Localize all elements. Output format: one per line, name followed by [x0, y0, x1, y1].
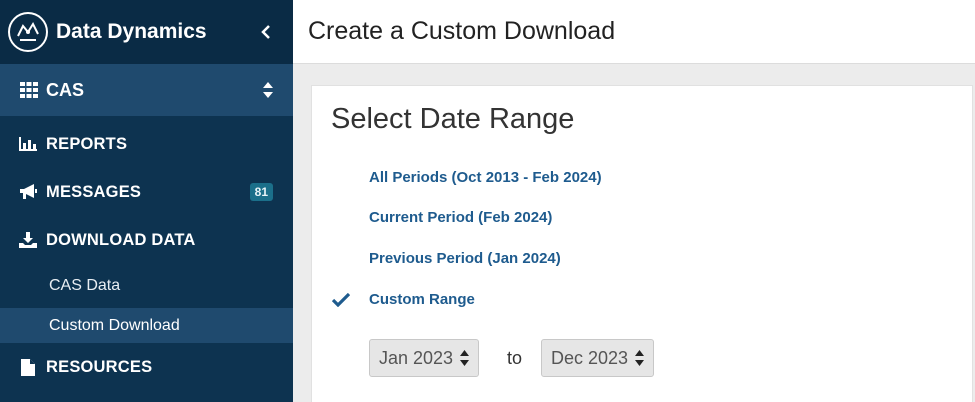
- nav-item-label: RESOURCES: [46, 357, 153, 376]
- checkmark-icon: [332, 293, 350, 307]
- nav-item-reports[interactable]: REPORTS: [0, 120, 293, 168]
- from-month-value: Jan 2023: [379, 347, 454, 368]
- option-custom-range[interactable]: Custom Range: [369, 291, 475, 308]
- option-previous-period[interactable]: Previous Period (Jan 2024): [369, 250, 561, 267]
- app-switcher-label: CAS: [46, 79, 85, 100]
- sidebar-subitem-cas-data[interactable]: CAS Data: [0, 264, 293, 308]
- page-header: Create a Custom Download: [293, 0, 975, 64]
- sidebar: Data Dynamics CAS REPORTS MESSAGES 81 DO…: [0, 0, 293, 402]
- nav-item-label: MESSAGES: [46, 182, 142, 201]
- sidebar-subitem-custom-download[interactable]: Custom Download: [0, 308, 293, 343]
- brand-name: Data Dynamics: [56, 20, 207, 43]
- sort-updown-icon: [263, 82, 273, 98]
- nav-item-download-data[interactable]: DOWNLOAD DATA: [0, 216, 293, 264]
- nav-item-label: REPORTS: [46, 134, 128, 153]
- nav-item-resources[interactable]: RESOURCES: [0, 343, 293, 391]
- date-range-title: Select Date Range: [331, 103, 575, 135]
- to-month-value: Dec 2023: [551, 347, 629, 368]
- download-icon: [18, 231, 38, 249]
- main-content: Create a Custom Download Select Date Ran…: [293, 0, 975, 402]
- chevron-left-icon: [261, 25, 270, 39]
- sort-updown-icon: [460, 350, 470, 366]
- app-switcher[interactable]: CAS: [0, 64, 293, 116]
- to-month-select[interactable]: Dec 2023: [541, 339, 655, 377]
- messages-count-badge: 81: [249, 183, 273, 201]
- option-all-periods[interactable]: All Periods (Oct 2013 - Feb 2024): [369, 169, 602, 186]
- sort-updown-icon: [635, 350, 645, 366]
- nav-item-label: DOWNLOAD DATA: [46, 230, 196, 249]
- file-icon: [18, 358, 38, 376]
- sidebar-collapse-button[interactable]: [251, 17, 281, 47]
- page-title: Create a Custom Download: [308, 17, 616, 45]
- option-current-period[interactable]: Current Period (Feb 2024): [369, 209, 552, 226]
- bar-chart-icon: [18, 135, 38, 153]
- brand-logo-icon: [8, 12, 48, 52]
- nav-item-messages[interactable]: MESSAGES 81: [0, 168, 293, 216]
- megaphone-icon: [18, 183, 38, 201]
- from-month-select[interactable]: Jan 2023: [369, 339, 480, 377]
- grid-icon: [20, 82, 38, 98]
- to-label: to: [507, 348, 523, 368]
- brand-bar: Data Dynamics: [0, 0, 293, 64]
- date-range-card: Select Date Range All Periods (Oct 2013 …: [311, 85, 973, 402]
